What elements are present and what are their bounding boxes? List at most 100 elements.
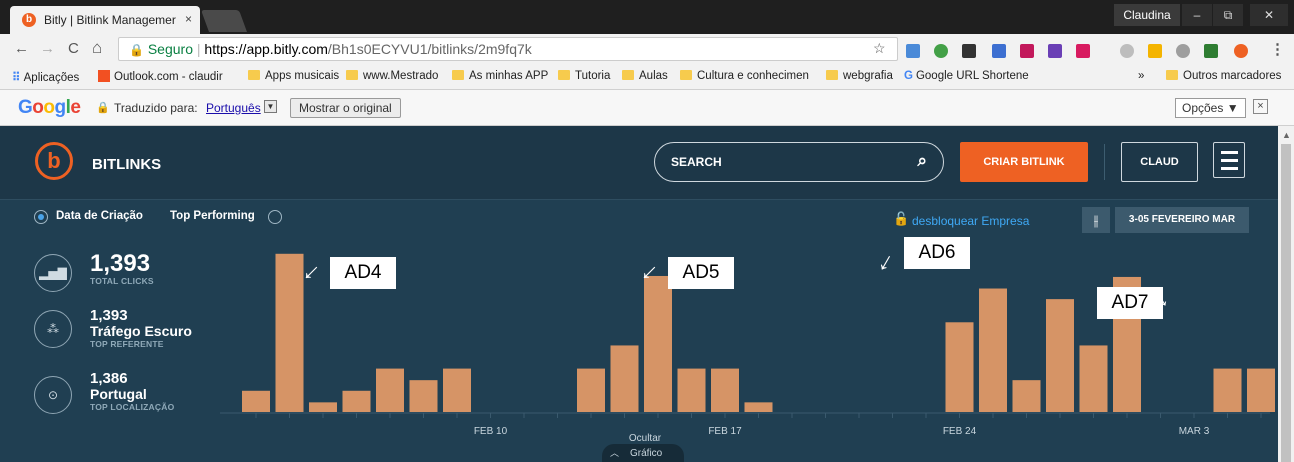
- bitly-favicon-icon: b: [22, 13, 36, 27]
- chart-bar[interactable]: [376, 368, 404, 412]
- other-bookmarks[interactable]: Outros marcadores: [1166, 70, 1281, 82]
- bookmark-folder[interactable]: Aulas: [622, 70, 668, 82]
- extension-icon[interactable]: [906, 44, 920, 58]
- x-tick-label: FEB 10: [474, 426, 508, 437]
- bookmark-folder[interactable]: Cultura e conhecimen: [680, 70, 809, 82]
- url-domain: https://app.bitly.com: [204, 41, 328, 57]
- browser-tab[interactable]: b Bitly | Bitlink Managemer ×: [10, 6, 200, 34]
- reload-icon[interactable]: C: [68, 40, 79, 57]
- bookmark-folder[interactable]: Tutoria: [558, 70, 610, 82]
- extension-icon[interactable]: [1148, 44, 1162, 58]
- chart-bar[interactable]: [1046, 299, 1074, 412]
- extension-icon[interactable]: [992, 44, 1006, 58]
- chart-bar[interactable]: [644, 275, 672, 412]
- folder-icon: [826, 70, 838, 80]
- chart-bar[interactable]: [443, 368, 471, 412]
- bookmark-folder[interactable]: As minhas APP: [452, 70, 548, 82]
- google-g-icon: G: [904, 70, 913, 82]
- chart-bar[interactable]: [945, 322, 974, 412]
- chrome-menu-icon[interactable]: ⋮: [1270, 40, 1285, 58]
- forward-arrow-icon[interactable]: →: [40, 40, 55, 57]
- chart-bar[interactable]: [744, 402, 773, 412]
- chart-bar[interactable]: [409, 380, 438, 412]
- folder-icon: [248, 70, 260, 80]
- more-bookmarks-button[interactable]: »: [1138, 70, 1144, 82]
- total-clicks-label: TOTAL CLICKS: [90, 276, 154, 286]
- extension-icon[interactable]: [1176, 44, 1190, 58]
- profile-button[interactable]: Claudina: [1114, 4, 1180, 26]
- bitly-logo[interactable]: b: [35, 142, 73, 180]
- extension-icon[interactable]: [1076, 44, 1090, 58]
- bookmark-apps[interactable]: ⠿ Aplicações: [12, 70, 79, 84]
- extension-icon[interactable]: [1204, 44, 1218, 58]
- chart-bar[interactable]: [1247, 368, 1275, 412]
- chevron-up-icon: ︿: [610, 448, 620, 458]
- location-name: Portugal: [90, 386, 147, 402]
- bookmarks-bar: ⠿ Aplicações Outlook.com - claudir Apps …: [0, 64, 1294, 90]
- creation-date-radio[interactable]: [34, 210, 48, 224]
- chart-bar[interactable]: [242, 390, 270, 412]
- apps-grid-icon: ⠿: [12, 72, 24, 84]
- scroll-up-icon[interactable]: ▲: [1282, 130, 1291, 140]
- chart-bar[interactable]: [1012, 380, 1041, 412]
- folder-icon: [452, 70, 464, 80]
- back-arrow-icon[interactable]: ←: [14, 40, 29, 57]
- hide-chart-tab[interactable]: ︿ Gráfico: [602, 444, 684, 462]
- chart-bar[interactable]: [979, 288, 1007, 412]
- extension-icon[interactable]: [934, 44, 948, 58]
- bookmark-outlook[interactable]: Outlook.com - claudir: [98, 70, 223, 83]
- location-label: TOP LOCALIZAÇÃO: [90, 402, 175, 412]
- bitly-extension-icon[interactable]: [1234, 44, 1248, 58]
- url-path: /Bh1s0ECYVU1/bitlinks/2m9fq7k: [327, 41, 532, 57]
- extension-icon[interactable]: [1020, 44, 1034, 58]
- scrollbar-thumb[interactable]: [1281, 144, 1291, 462]
- chart-bar[interactable]: [711, 368, 739, 412]
- chart-bar[interactable]: [1079, 345, 1108, 412]
- chart-bar[interactable]: [1213, 368, 1242, 412]
- chart-bar[interactable]: [610, 345, 639, 412]
- callout-ad7: AD7: [1097, 287, 1163, 319]
- options-button[interactable]: Opções ▼: [1175, 98, 1246, 118]
- chart-bar[interactable]: [342, 390, 371, 412]
- callout-ad6: AD6: [904, 237, 970, 269]
- maximize-icon[interactable]: ⧉: [1213, 4, 1243, 26]
- chart-bar[interactable]: [677, 368, 706, 412]
- extension-icon[interactable]: [1048, 44, 1062, 58]
- language-select[interactable]: Português: [206, 101, 261, 115]
- folder-icon: [622, 70, 634, 80]
- windows-logo-icon: [98, 70, 110, 82]
- total-clicks-value: 1,393: [90, 250, 151, 277]
- chart-bar[interactable]: [577, 368, 605, 412]
- bookmark-folder[interactable]: www.Mestrado: [346, 70, 438, 82]
- chart-bar[interactable]: [309, 402, 337, 412]
- creation-date-label[interactable]: Data de Criação: [56, 210, 143, 222]
- callout-ad4: AD4: [330, 257, 396, 289]
- browser-toolbar: ← → C ⌂ 🔒 Seguro | https://app.bitly.com…: [0, 34, 1294, 64]
- scrollbar[interactable]: ▲: [1278, 126, 1294, 462]
- minimize-icon[interactable]: –: [1182, 4, 1212, 26]
- bar-chart-icon: ▂▅▇: [34, 254, 72, 292]
- hide-chart-label[interactable]: Ocultar: [627, 433, 663, 444]
- extension-icon[interactable]: [1120, 44, 1134, 58]
- bookmark-google-shortener[interactable]: G Google URL Shortene: [904, 70, 1029, 82]
- chevron-down-icon[interactable]: ▼: [264, 100, 277, 113]
- translated-to-label: Traduzido para:: [114, 101, 198, 115]
- network-icon: ⁂: [34, 310, 72, 348]
- close-icon[interactable]: ×: [1253, 99, 1268, 114]
- window-close-icon[interactable]: ✕: [1250, 4, 1288, 26]
- extension-icon[interactable]: [962, 44, 976, 58]
- secure-label: Seguro: [147, 41, 193, 57]
- home-icon[interactable]: ⌂: [92, 38, 102, 58]
- bookmark-star-icon[interactable]: ☆: [873, 40, 886, 57]
- address-bar[interactable]: 🔒 Seguro | https://app.bitly.com/Bh1s0EC…: [118, 37, 898, 61]
- bookmark-folder[interactable]: webgrafia: [826, 70, 893, 82]
- location-pin-icon: ⊙: [34, 376, 72, 414]
- x-tick-label: FEB 17: [708, 426, 742, 437]
- referrer-label: TOP REFERENTE: [90, 339, 164, 349]
- tab-close-icon[interactable]: ×: [185, 12, 192, 26]
- bookmark-folder[interactable]: Apps musicais: [248, 70, 339, 82]
- translate-bar: Google 🔒 Traduzido para: Português ▼ Mos…: [0, 90, 1294, 126]
- new-tab-button[interactable]: [200, 10, 248, 32]
- show-original-button[interactable]: Mostrar o original: [290, 98, 401, 118]
- tab-title: Bitly | Bitlink Managemer: [44, 13, 176, 27]
